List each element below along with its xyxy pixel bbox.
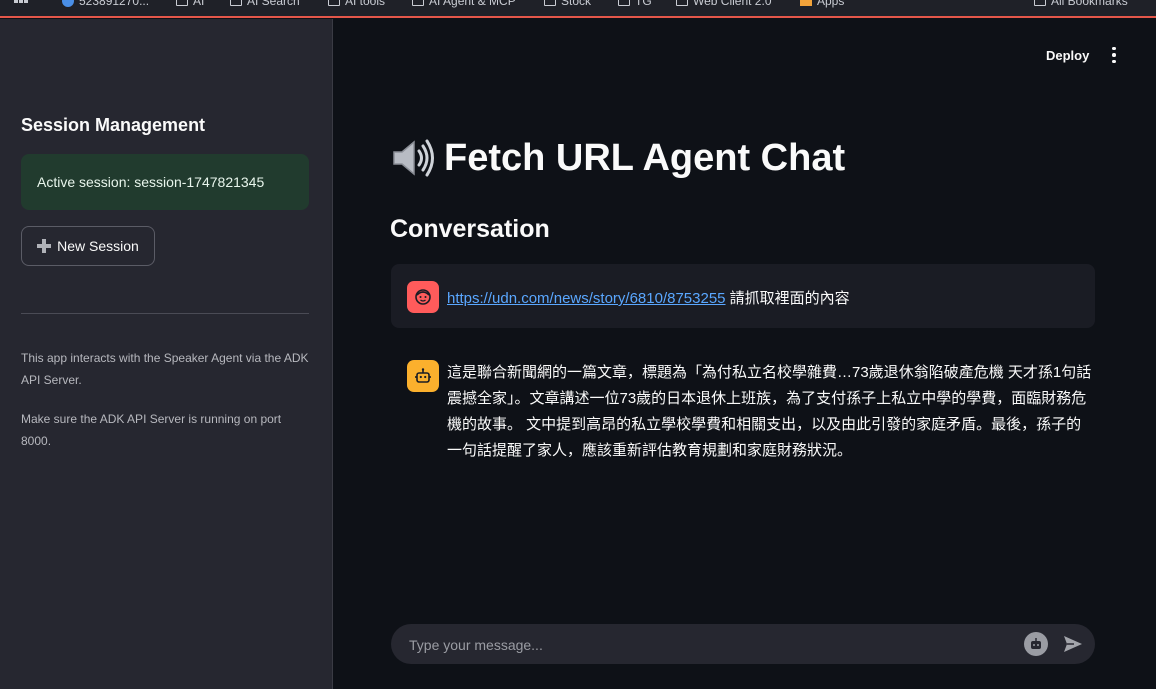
deploy-button[interactable]: Deploy	[1040, 44, 1095, 66]
folder-icon	[176, 0, 188, 6]
active-session-alert: Active session: session-1747821345	[21, 154, 309, 210]
page-title: Fetch URL Agent Chat	[390, 136, 845, 180]
chat-input[interactable]	[407, 624, 1011, 666]
sidebar-divider	[21, 313, 309, 314]
assistant-message-text: 這是聯合新聞網的一篇文章，標題為「為付私立名校學雜費…73歲退休翁陷破產危機 天…	[447, 364, 1092, 459]
bot-avatar-icon	[407, 360, 439, 392]
main-menu-icon[interactable]	[1104, 44, 1124, 66]
bookmark-folder[interactable]: AI	[176, 0, 204, 8]
folder-icon	[328, 0, 340, 6]
assistant-message: 這是聯合新聞網的一篇文章，標題為「為付私立名校學雜費…73歲退休翁陷破產危機 天…	[391, 350, 1095, 470]
sidebar-heading: Session Management	[21, 115, 206, 135]
conversation-heading: Conversation	[390, 215, 550, 243]
folder-icon	[676, 0, 688, 6]
plus-icon	[37, 239, 52, 253]
folder-icon	[544, 0, 556, 6]
bookmark-item[interactable]: 523891270...	[62, 0, 149, 8]
globe-icon	[62, 0, 74, 7]
chat-input-container	[391, 624, 1095, 666]
speaker-icon	[393, 139, 434, 177]
robot-icon[interactable]	[1024, 632, 1048, 656]
apps-grid-icon[interactable]	[14, 0, 28, 8]
user-avatar-icon	[407, 281, 439, 313]
message-link[interactable]: https://udn.com/news/story/6810/8753255	[447, 290, 726, 307]
info-text-api: This app interacts with the Speaker Agen…	[21, 351, 309, 387]
folder-icon	[618, 0, 630, 6]
user-message-text: https://udn.com/news/story/6810/8753255 …	[447, 287, 850, 308]
apps-icon	[800, 0, 812, 6]
bookmark-folder[interactable]: AI Search	[230, 0, 300, 8]
bookmark-folder[interactable]: TG	[618, 0, 652, 8]
bookmark-folder[interactable]: AI Agent & MCP	[412, 0, 516, 8]
info-text-port: Make sure the ADK API Server is running …	[21, 412, 282, 448]
active-session-text: Active session: session-1747821345	[37, 174, 265, 190]
bookmark-folder[interactable]: AI tools	[328, 0, 385, 8]
user-message: https://udn.com/news/story/6810/8753255 …	[391, 264, 1095, 328]
folder-icon	[230, 0, 242, 6]
new-session-label: New Session	[57, 238, 139, 254]
new-session-button[interactable]: New Session	[21, 226, 155, 266]
user-message-body: 請抓取裡面的內容	[725, 290, 850, 307]
bookmark-folder[interactable]: Stock	[544, 0, 591, 8]
bookmark-folder[interactable]: Web Client 2.0	[676, 0, 772, 8]
bookmark-all[interactable]: All Bookmarks	[1034, 0, 1128, 8]
send-icon[interactable]	[1062, 633, 1084, 655]
page-title-text: Fetch URL Agent Chat	[444, 136, 846, 179]
browser-bookmarks-bar: 523891270... AI AI Search AI tools AI Ag…	[0, 0, 1156, 18]
folder-icon	[412, 0, 424, 6]
bookmark-apps[interactable]: Apps	[800, 0, 844, 8]
sidebar: Session Management Active session: sessi…	[0, 19, 333, 689]
folder-icon	[1034, 0, 1046, 6]
